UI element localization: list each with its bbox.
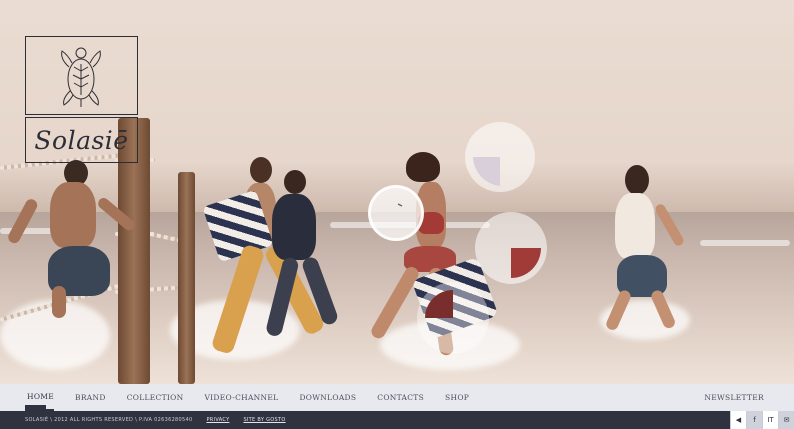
wedge-lilac-shape	[473, 157, 500, 186]
collection-circle[interactable]	[465, 122, 535, 192]
facebook-icon[interactable]: f	[746, 411, 762, 429]
tick-mark-icon	[397, 203, 403, 207]
play-circle[interactable]	[368, 185, 424, 241]
speaker-icon[interactable]: ◀	[730, 411, 746, 429]
wedge-red-shape	[511, 248, 541, 278]
nav-item-collection[interactable]: COLLECTION	[127, 384, 184, 411]
brand-name: Solasiē	[34, 125, 129, 155]
language-toggle[interactable]: IT	[762, 411, 778, 429]
newsletter-link[interactable]: NEWSLETTER	[704, 384, 764, 411]
brand-circle[interactable]	[475, 212, 547, 284]
wave	[700, 240, 790, 246]
runner	[604, 165, 686, 340]
footer: SOLASIÉ \ 2012 ALL RIGHTS RESERVED \ P.I…	[0, 411, 794, 429]
mail-icon[interactable]: ✉	[778, 411, 794, 429]
wooden-post	[178, 172, 195, 384]
privacy-link[interactable]: PRIVACY	[206, 417, 229, 423]
nav-item-brand[interactable]: BRAND	[75, 384, 106, 411]
nav-item-downloads[interactable]: DOWNLOADS	[299, 384, 356, 411]
wedge-dark-red-shape	[425, 290, 453, 318]
copyright-text: SOLASIÉ \ 2012 ALL RIGHTS RESERVED \ P.I…	[25, 417, 193, 423]
logo-wordmark[interactable]: Solasiē	[25, 117, 138, 163]
nav-items: HOME BRAND COLLECTION VIDEO-CHANNEL DOWN…	[0, 384, 469, 411]
footer-icons: ◀ f IT ✉	[730, 411, 794, 429]
shop-circle[interactable]	[417, 282, 489, 354]
logo-emblem[interactable]	[25, 36, 138, 115]
nav-item-video-channel[interactable]: VIDEO-CHANNEL	[204, 384, 278, 411]
turtle-icon	[61, 47, 101, 107]
site-credit-link[interactable]: SITE BY GOSTO	[243, 417, 285, 423]
nav-item-shop[interactable]: SHOP	[445, 384, 469, 411]
runner	[6, 160, 137, 320]
main-nav: HOME BRAND COLLECTION VIDEO-CHANNEL DOWN…	[0, 384, 794, 411]
nav-item-contacts[interactable]: CONTACTS	[377, 384, 424, 411]
runner	[262, 170, 340, 340]
